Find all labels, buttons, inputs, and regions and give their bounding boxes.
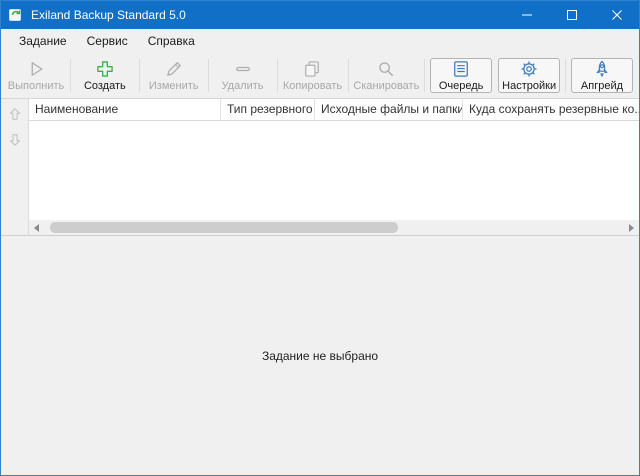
toolbar-button-label: Удалить <box>222 80 264 92</box>
minimize-icon[interactable] <box>504 1 549 29</box>
task-list-region: НаименованиеТип резервного ...Исходные ф… <box>1 99 639 236</box>
move-up-icon[interactable] <box>4 103 26 125</box>
maximize-icon[interactable] <box>549 1 594 29</box>
scroll-right-icon[interactable] <box>624 220 639 235</box>
toolbar-button-label: Создать <box>84 80 126 92</box>
minus-icon <box>233 59 253 79</box>
toolbar-button-run[interactable]: Выполнить <box>5 56 67 95</box>
plus-icon <box>95 59 115 79</box>
toolbar-button-edit[interactable]: Изменить <box>143 56 205 95</box>
no-task-selected-text: Задание не выбрано <box>262 349 378 363</box>
titlebar: Exiland Backup Standard 5.0 <box>1 1 639 29</box>
menubar: ЗаданиеСервисСправка <box>1 29 639 53</box>
move-down-icon[interactable] <box>4 129 26 151</box>
scrollbar-track[interactable] <box>44 220 624 235</box>
horizontal-scrollbar[interactable] <box>29 220 639 235</box>
toolbar-button-label: Изменить <box>149 80 199 92</box>
toolbar-separator <box>565 59 566 92</box>
toolbar-button-label: Настройки <box>502 80 556 92</box>
toolbar-separator <box>139 59 140 92</box>
column-header-3[interactable]: Куда сохранять резервные ко... <box>463 99 639 120</box>
toolbar-separator <box>277 59 278 92</box>
toolbar-separator <box>348 59 349 92</box>
copy-icon <box>302 59 322 79</box>
task-table: НаименованиеТип резервного ...Исходные ф… <box>29 99 639 235</box>
toolbar: Выполнить Создать Изменить Удалить Копироват… <box>1 53 639 99</box>
gear-icon <box>519 59 539 79</box>
reorder-strip <box>1 99 29 235</box>
toolbar-button-label: Копировать <box>283 80 342 92</box>
menu-item-help[interactable]: Справка <box>138 31 205 51</box>
caption-buttons <box>504 1 639 29</box>
column-header-1[interactable]: Тип резервного ... <box>221 99 315 120</box>
pencil-icon <box>164 59 184 79</box>
toolbar-button-label: Очередь <box>439 80 484 92</box>
toolbar-button-upgrade[interactable]: Апгрейд <box>571 58 633 93</box>
scroll-left-icon[interactable] <box>29 220 44 235</box>
toolbar-button-settings[interactable]: Настройки <box>498 58 560 93</box>
menu-item-service[interactable]: Сервис <box>77 31 138 51</box>
toolbar-separator <box>208 59 209 92</box>
rocket-icon <box>592 59 612 79</box>
queue-icon <box>451 59 471 79</box>
menu-item-task[interactable]: Задание <box>9 31 77 51</box>
toolbar-button-copy[interactable]: Копировать <box>280 56 344 95</box>
toolbar-button-label: Выполнить <box>8 80 64 92</box>
app-icon <box>8 7 24 23</box>
toolbar-button-delete[interactable]: Удалить <box>212 56 274 95</box>
toolbar-separator <box>70 59 71 92</box>
toolbar-button-create[interactable]: Создать <box>74 56 136 95</box>
magnifier-icon <box>376 59 396 79</box>
play-icon <box>26 59 46 79</box>
details-panel: Задание не выбрано <box>1 236 639 475</box>
toolbar-button-label: Сканировать <box>353 80 419 92</box>
toolbar-button-scan[interactable]: Сканировать <box>351 56 421 95</box>
column-header-0[interactable]: Наименование <box>29 99 221 120</box>
table-header: НаименованиеТип резервного ...Исходные ф… <box>29 99 639 121</box>
close-icon[interactable] <box>594 1 639 29</box>
window-title: Exiland Backup Standard 5.0 <box>31 8 186 22</box>
scrollbar-thumb[interactable] <box>50 222 398 233</box>
task-list-body <box>29 121 639 220</box>
column-header-2[interactable]: Исходные файлы и папки <box>315 99 463 120</box>
app-window: Exiland Backup Standard 5.0 ЗаданиеСерви… <box>0 0 640 476</box>
toolbar-separator <box>424 59 425 92</box>
toolbar-button-queue[interactable]: Очередь <box>430 58 492 93</box>
toolbar-button-label: Апгрейд <box>581 80 623 92</box>
